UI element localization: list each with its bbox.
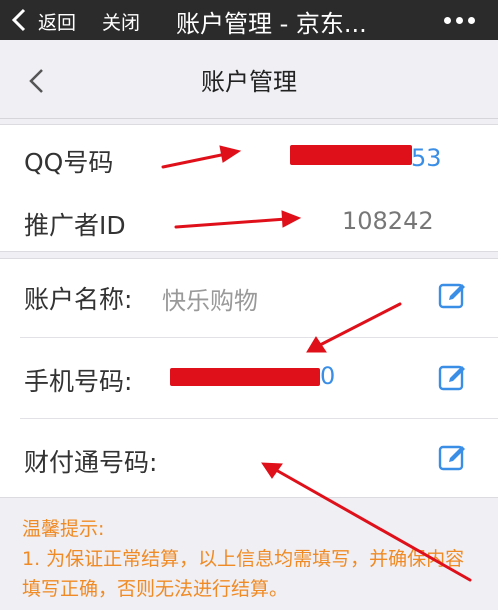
tip-title: 温馨提示: <box>22 518 105 540</box>
qq-label: QQ号码 <box>24 148 114 177</box>
top-bar: 返回 关闭 账户管理 - 京东... <box>0 0 498 40</box>
promoter-row: 推广者ID 108242 <box>0 188 498 251</box>
edit-icon[interactable] <box>438 281 468 311</box>
account-name-label: 账户名称: <box>24 285 133 314</box>
more-dots-icon[interactable] <box>440 17 478 25</box>
phone-value: 0 <box>320 362 336 390</box>
redaction-mark <box>290 145 412 165</box>
phone-row[interactable]: 手机号码: 0 <box>0 338 498 418</box>
redaction-mark <box>170 368 320 386</box>
tenpay-label: 财付通号码: <box>24 448 158 477</box>
edit-icon[interactable] <box>438 443 468 473</box>
phone-label: 手机号码: <box>24 367 133 396</box>
qq-value: 53 <box>411 144 442 172</box>
nav-bar: 账户管理 <box>0 40 498 119</box>
topbar-close-button[interactable]: 关闭 <box>102 8 140 35</box>
tenpay-row[interactable]: 财付通号码: <box>0 419 498 497</box>
account-card: QQ号码 53 推广者ID 108242 <box>0 124 498 252</box>
account-name-value: 快乐购物 <box>162 287 258 315</box>
details-card: 账户名称: 快乐购物 手机号码: 0 财付通号码: <box>0 258 498 498</box>
promoter-label: 推广者ID <box>24 211 126 240</box>
promoter-value: 108242 <box>342 207 434 235</box>
nav-title: 账户管理 <box>201 68 297 96</box>
account-name-row[interactable]: 账户名称: 快乐购物 <box>0 259 498 337</box>
qq-row: QQ号码 53 <box>0 125 498 188</box>
edit-icon[interactable] <box>438 363 468 393</box>
page-title: 账户管理 - 京东... <box>176 10 367 38</box>
chevron-left-icon[interactable] <box>10 7 28 33</box>
tip-box: 温馨提示: 1. 为保证正常结算，以上信息均需填写，并确保内容填写正确，否则无法… <box>22 514 482 604</box>
topbar-back-button[interactable]: 返回 <box>38 8 76 35</box>
tip-item-1: 1. 为保证正常结算，以上信息均需填写，并确保内容填写正确，否则无法进行结算。 <box>22 548 465 600</box>
